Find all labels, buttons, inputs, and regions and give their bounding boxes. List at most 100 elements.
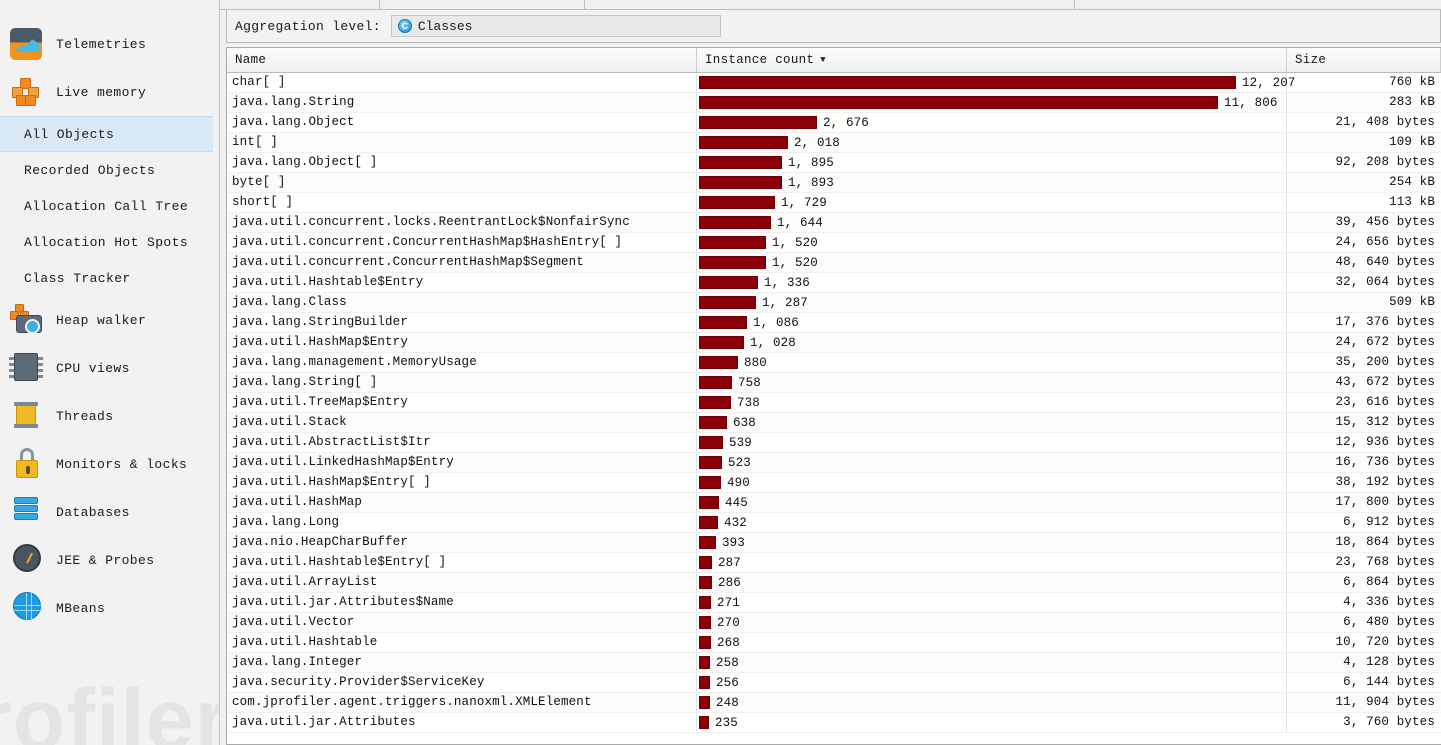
instance-count-value: 1, 520 bbox=[772, 235, 818, 250]
column-header-name[interactable]: Name bbox=[227, 48, 697, 72]
instance-count-bar bbox=[699, 296, 756, 309]
instance-count-value: 256 bbox=[716, 675, 739, 690]
table-row[interactable]: java.util.Stack 638 15, 312 bytes bbox=[227, 413, 1441, 433]
table-row[interactable]: java.lang.Integer 258 4, 128 bytes bbox=[227, 653, 1441, 673]
sidebar-label-recorded-objects: Recorded Objects bbox=[24, 162, 156, 178]
sidebar-label-jee-and-probes: JEE & Probes bbox=[56, 552, 155, 568]
cell-instance-count: 248 bbox=[697, 693, 1287, 712]
table-row[interactable]: java.lang.StringBuilder 1, 086 17, 376 byt… bbox=[227, 313, 1441, 333]
database-icon bbox=[8, 494, 46, 530]
table-row[interactable]: java.lang.String 11, 806 283 kB bbox=[227, 93, 1441, 113]
table-row[interactable]: java.util.TreeMap$Entry 738 23, 616 bytes bbox=[227, 393, 1441, 413]
sidebar-item-recorded-objects[interactable]: Recorded Objects bbox=[0, 152, 219, 188]
sidebar-item-telemetries[interactable]: Telemetries bbox=[0, 20, 219, 68]
instance-count-bar bbox=[699, 256, 766, 269]
heap-walker-icon bbox=[8, 302, 46, 338]
sidebar-item-heap-walker[interactable]: Heap walker bbox=[0, 296, 219, 344]
table-row[interactable]: java.nio.HeapCharBuffer 393 18, 864 bytes bbox=[227, 533, 1441, 553]
sidebar-item-monitors-and-locks[interactable]: Monitors & locks bbox=[0, 440, 219, 488]
cell-instance-count: 393 bbox=[697, 533, 1287, 552]
instance-count-bar bbox=[699, 616, 711, 629]
instance-count-bar bbox=[699, 656, 710, 669]
column-header-instance-count[interactable]: Instance count ▼ bbox=[697, 48, 1287, 72]
table-row[interactable]: java.util.HashMap 445 17, 800 bytes bbox=[227, 493, 1441, 513]
table-row[interactable]: java.util.Hashtable$Entry 1, 336 32, 064 b… bbox=[227, 273, 1441, 293]
table-row[interactable]: java.util.ArrayList 286 6, 864 bytes bbox=[227, 573, 1441, 593]
table-row[interactable]: java.util.Vector 270 6, 480 bytes bbox=[227, 613, 1441, 633]
sidebar-label-class-tracker: Class Tracker bbox=[24, 270, 131, 286]
table-row[interactable]: java.lang.management.MemoryUsage 880 35, 2… bbox=[227, 353, 1441, 373]
cell-instance-count: 880 bbox=[697, 353, 1287, 372]
table-row[interactable]: byte[ ] 1, 893 254 kB bbox=[227, 173, 1441, 193]
table-row[interactable]: java.lang.String[ ] 758 43, 672 bytes bbox=[227, 373, 1441, 393]
sidebar-item-allocation-hot-spots[interactable]: Allocation Hot Spots bbox=[0, 224, 219, 260]
table-row[interactable]: java.util.concurrent.ConcurrentHashMap$H… bbox=[227, 233, 1441, 253]
sidebar-item-mbeans[interactable]: MBeans bbox=[0, 584, 219, 632]
sidebar-item-all-objects[interactable]: All Objects bbox=[0, 116, 213, 152]
instance-count-value: 11, 806 bbox=[1224, 95, 1278, 110]
table-row[interactable]: java.security.Provider$ServiceKey 256 6, 1… bbox=[227, 673, 1441, 693]
table-row[interactable]: java.util.Hashtable 268 10, 720 bytes bbox=[227, 633, 1441, 653]
cell-class-name: java.nio.HeapCharBuffer bbox=[227, 533, 697, 552]
aggregation-level-select[interactable]: C Classes bbox=[390, 15, 721, 37]
cell-instance-count: 256 bbox=[697, 673, 1287, 692]
table-row[interactable]: char[ ] 12, 207 760 kB bbox=[227, 73, 1441, 93]
sidebar-item-threads[interactable]: Threads bbox=[0, 392, 219, 440]
column-header-size[interactable]: Size bbox=[1287, 48, 1441, 72]
instance-count-bar bbox=[699, 176, 782, 189]
table-row[interactable]: java.util.concurrent.locks.ReentrantLock… bbox=[227, 213, 1441, 233]
cell-size: 11, 904 bytes bbox=[1335, 695, 1435, 709]
instance-count-value: 12, 207 bbox=[1242, 75, 1296, 90]
cell-instance-count: 1, 520 bbox=[697, 253, 1287, 272]
table-row[interactable]: java.util.Hashtable$Entry[ ] 287 23, 768 b… bbox=[227, 553, 1441, 573]
cell-instance-count: 738 bbox=[697, 393, 1287, 412]
cell-size: 254 kB bbox=[1389, 175, 1435, 189]
table-row[interactable]: java.util.HashMap$Entry 1, 028 24, 672 byt… bbox=[227, 333, 1441, 353]
cell-size: 32, 064 bytes bbox=[1335, 275, 1435, 289]
instance-count-bar bbox=[699, 716, 709, 729]
sidebar-item-jee-and-probes[interactable]: JEE & Probes bbox=[0, 536, 219, 584]
table-row[interactable]: java.lang.Long 432 6, 912 bytes bbox=[227, 513, 1441, 533]
aggregation-toolbar: Aggregation level: C Classes bbox=[226, 10, 1441, 43]
instance-count-bar bbox=[699, 476, 721, 489]
cell-class-name: java.lang.StringBuilder bbox=[227, 313, 697, 332]
table-row[interactable]: java.util.AbstractList$Itr 539 12, 936 byt… bbox=[227, 433, 1441, 453]
table-row[interactable]: java.util.LinkedHashMap$Entry 523 16, 736 … bbox=[227, 453, 1441, 473]
table-row[interactable]: java.util.jar.Attributes$Name 271 4, 336 b… bbox=[227, 593, 1441, 613]
cell-instance-count: 1, 729 bbox=[697, 193, 1287, 212]
sidebar-item-databases[interactable]: Databases bbox=[0, 488, 219, 536]
cell-class-name: java.util.concurrent.ConcurrentHashMap$H… bbox=[227, 233, 697, 252]
cell-size: 43, 672 bytes bbox=[1335, 375, 1435, 389]
cell-instance-count: 758 bbox=[697, 373, 1287, 392]
cell-instance-count: 268 bbox=[697, 633, 1287, 652]
sidebar-item-allocation-call-tree[interactable]: Allocation Call Tree bbox=[0, 188, 219, 224]
table-row[interactable]: java.lang.Class 1, 287 509 kB bbox=[227, 293, 1441, 313]
sidebar-label-databases: Databases bbox=[56, 504, 130, 520]
telemetry-icon bbox=[8, 26, 46, 62]
instance-count-value: 1, 520 bbox=[772, 255, 818, 270]
instance-count-bar bbox=[699, 356, 738, 369]
cell-class-name: int[ ] bbox=[227, 133, 697, 152]
sidebar-item-class-tracker[interactable]: Class Tracker bbox=[0, 260, 219, 296]
cell-size: 15, 312 bytes bbox=[1335, 415, 1435, 429]
instance-count-value: 287 bbox=[718, 555, 741, 570]
instance-count-bar bbox=[699, 396, 731, 409]
sidebar-item-cpu-views[interactable]: CPU views bbox=[0, 344, 219, 392]
instance-count-bar bbox=[699, 156, 782, 169]
cell-class-name: java.util.concurrent.ConcurrentHashMap$S… bbox=[227, 253, 697, 272]
toolbar-segment-4 bbox=[1075, 0, 1441, 9]
cell-size: 6, 144 bytes bbox=[1343, 675, 1435, 689]
table-row[interactable]: java.util.HashMap$Entry[ ] 490 38, 192 byt… bbox=[227, 473, 1441, 493]
sidebar-label-cpu-views: CPU views bbox=[56, 360, 130, 376]
table-row[interactable]: short[ ] 1, 729 113 kB bbox=[227, 193, 1441, 213]
table-row[interactable]: java.lang.Object 2, 676 21, 408 bytes bbox=[227, 113, 1441, 133]
table-row[interactable]: java.util.concurrent.ConcurrentHashMap$S… bbox=[227, 253, 1441, 273]
table-row[interactable]: java.util.jar.Attributes 235 3, 760 bytes bbox=[227, 713, 1441, 733]
table-row[interactable]: com.jprofiler.agent.triggers.nanoxml.XML… bbox=[227, 693, 1441, 713]
cell-class-name: java.util.LinkedHashMap$Entry bbox=[227, 453, 697, 472]
probe-icon bbox=[8, 542, 46, 578]
table-row[interactable]: int[ ] 2, 018 109 kB bbox=[227, 133, 1441, 153]
sidebar-item-live-memory[interactable]: Live memory bbox=[0, 68, 219, 116]
table-row[interactable]: java.lang.Object[ ] 1, 895 92, 208 bytes bbox=[227, 153, 1441, 173]
toolbar-segment-3 bbox=[585, 0, 1075, 9]
